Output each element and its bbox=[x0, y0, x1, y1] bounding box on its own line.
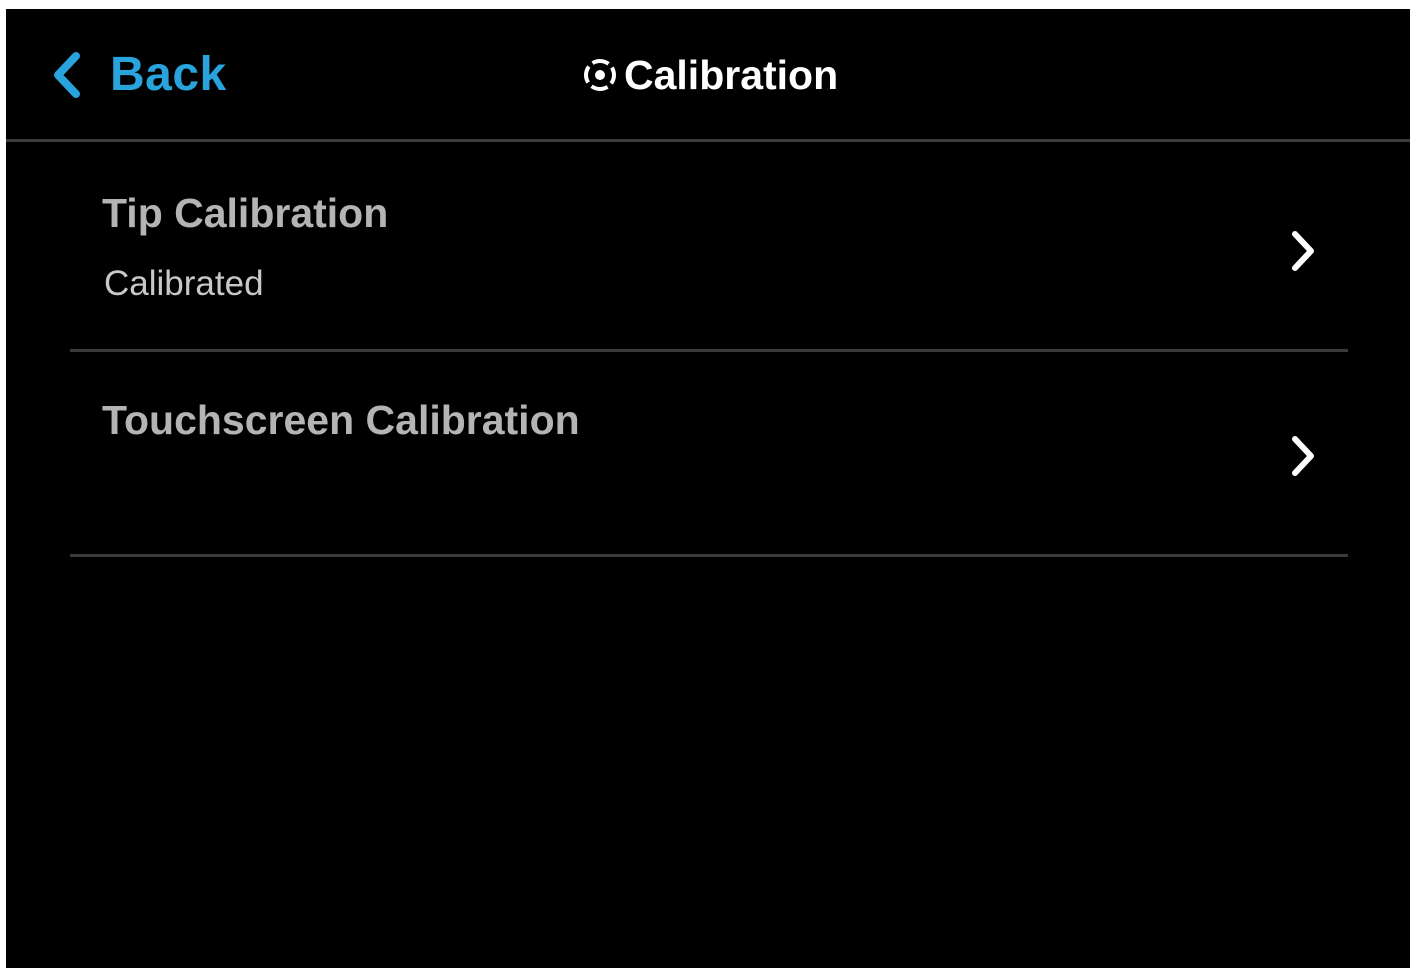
header-bar: Back Calibration bbox=[6, 9, 1410, 142]
chevron-right-icon bbox=[1292, 436, 1314, 476]
list-item-status: Calibrated bbox=[104, 264, 264, 303]
list-item-title: Tip Calibration bbox=[102, 190, 389, 236]
chevron-left-icon bbox=[54, 52, 80, 98]
page-title: Calibration bbox=[580, 49, 838, 101]
crosshair-target-icon bbox=[584, 59, 616, 91]
list-item-title: Touchscreen Calibration bbox=[102, 397, 580, 443]
list-item-touchscreen-calibration[interactable]: Touchscreen Calibration bbox=[70, 354, 1348, 557]
back-button[interactable]: Back bbox=[50, 45, 227, 105]
back-label: Back bbox=[110, 48, 227, 101]
list-item-tip-calibration[interactable]: Tip Calibration Calibrated bbox=[70, 149, 1348, 352]
calibration-screen: Back Calibration Tip Calibration Calibra… bbox=[6, 9, 1410, 968]
chevron-right-icon bbox=[1292, 231, 1314, 271]
page-title-text: Calibration bbox=[624, 52, 839, 98]
